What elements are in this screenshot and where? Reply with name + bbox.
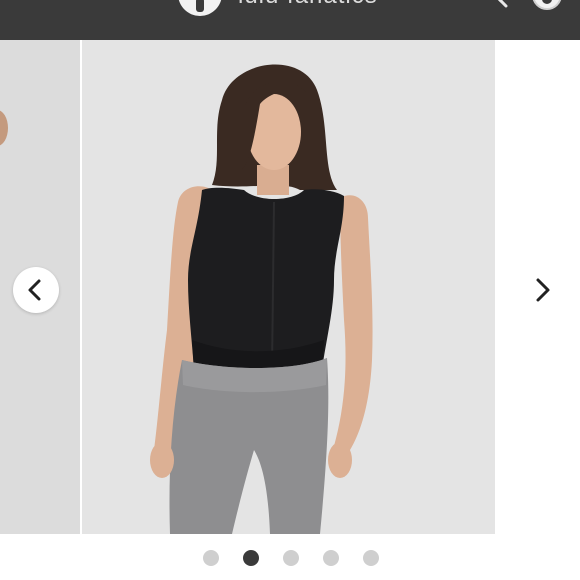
brand-title: lulu fanatics <box>238 0 378 10</box>
menu-icon[interactable] <box>20 0 52 4</box>
pagination-dot[interactable] <box>283 550 299 566</box>
model-photo <box>150 64 373 534</box>
previous-image-button[interactable] <box>13 267 59 313</box>
pagination-dot[interactable] <box>323 550 339 566</box>
next-image-button[interactable] <box>522 270 562 310</box>
search-icon[interactable] <box>488 0 510 8</box>
logo-icon[interactable] <box>178 0 222 16</box>
current-slide-image[interactable] <box>82 40 495 534</box>
profile-icon[interactable] <box>532 0 562 10</box>
product-image-carousel[interactable] <box>0 40 580 534</box>
pagination-dot[interactable] <box>243 550 259 566</box>
pagination-dot[interactable] <box>363 550 379 566</box>
pagination-dot[interactable] <box>203 550 219 566</box>
carousel-pagination <box>0 546 580 570</box>
chevron-left-icon <box>28 279 41 301</box>
previous-slide-arm <box>0 110 8 146</box>
chevron-right-icon <box>536 278 550 302</box>
header-bar: lulu fanatics <box>0 0 580 40</box>
